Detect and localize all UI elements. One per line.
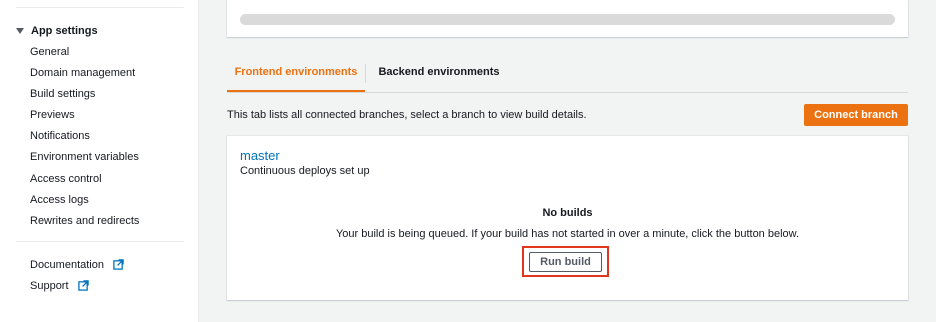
run-build-button[interactable]: Run build [529,252,602,272]
loading-skeleton [240,14,895,25]
empty-state-title: No builds [542,207,593,219]
documentation-link[interactable]: Documentation [30,254,124,275]
branch-status: Continuous deploys set up [240,165,370,177]
external-links: Documentation Support [30,254,124,296]
sidebar-item-general[interactable]: General [30,45,139,66]
support-link[interactable]: Support [30,275,124,296]
tab-frontend-environments[interactable]: Frontend environments [227,56,365,92]
caret-down-icon [16,28,24,34]
sidebar-divider [16,7,184,8]
sidebar-item-access-control[interactable]: Access control [30,172,139,193]
sidebar-divider [16,241,184,242]
loading-card [227,0,908,37]
environment-tabs: Frontend environments Backend environmen… [227,56,908,93]
sidebar-item-build-settings[interactable]: Build settings [30,87,139,108]
tab-description: This tab lists all connected branches, s… [227,109,587,121]
external-link-icon [113,259,124,270]
sidebar-item-domain-management[interactable]: Domain management [30,66,139,87]
sidebar-item-notifications[interactable]: Notifications [30,129,139,150]
sidebar-item-previews[interactable]: Previews [30,108,139,129]
app-settings-nav: General Domain management Build settings… [30,45,139,235]
sidebar-item-access-logs[interactable]: Access logs [30,193,139,214]
app-settings-header[interactable]: App settings [16,25,98,37]
sidebar-item-environment-variables[interactable]: Environment variables [30,150,139,171]
empty-state-message: Your build is being queued. If your buil… [335,228,800,240]
branch-card: master Continuous deploys set up No buil… [227,136,908,300]
support-label: Support [30,279,69,292]
documentation-label: Documentation [30,258,104,271]
connect-branch-button[interactable]: Connect branch [804,104,908,126]
sidebar-item-rewrites-redirects[interactable]: Rewrites and redirects [30,214,139,235]
external-link-icon [77,280,89,291]
sidebar: App settings General Domain management B… [0,0,199,322]
app-settings-title: App settings [31,25,98,37]
branch-name-link[interactable]: master [240,148,280,163]
tab-backend-environments[interactable]: Backend environments [366,56,512,90]
